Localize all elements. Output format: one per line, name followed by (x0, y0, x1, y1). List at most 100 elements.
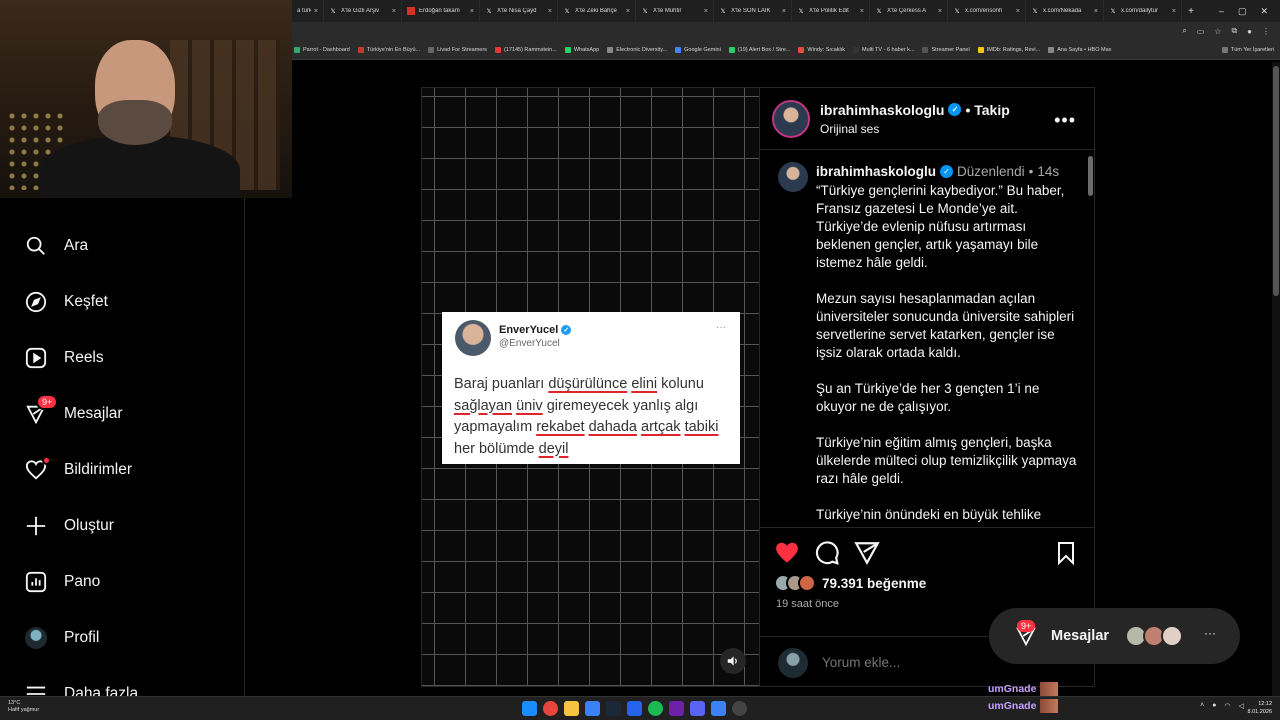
caption-avatar[interactable] (778, 162, 808, 192)
bookmark-item[interactable]: (19) Alert Box / Stre... (728, 46, 791, 53)
zoom-icon[interactable]: ⌕ (1182, 26, 1186, 36)
close-tab-icon[interactable]: × (1094, 8, 1098, 15)
wifi-icon[interactable]: ◠ (1225, 702, 1231, 710)
bookmark-item[interactable]: WhatsApp (564, 46, 599, 53)
sidebar-item-kesfet[interactable]: Keşfet (24, 288, 108, 316)
browser-tab[interactable]: Erdoğan takam × (402, 0, 480, 22)
browser-tab[interactable]: a turk × (292, 0, 324, 22)
close-window-icon[interactable]: ✕ (1260, 6, 1268, 17)
bookmark-label: Streamer Panel (931, 46, 970, 53)
steam-icon[interactable] (606, 701, 621, 716)
star-icon[interactable]: ☆ (1214, 27, 1221, 36)
like-button[interactable] (774, 540, 800, 566)
bookmark-item[interactable]: Livad For Streamers (428, 46, 487, 53)
page-scrollbar-thumb[interactable] (1273, 66, 1279, 296)
extensions-icon[interactable]: ⧉ (1231, 26, 1237, 36)
original-audio[interactable]: Orijinal ses (820, 122, 1010, 136)
bookmark-item[interactable]: Electronic Diversity... (607, 46, 667, 53)
sidebar-item-daha-fazla[interactable]: Daha fazla (24, 680, 138, 696)
browser-tab[interactable]: 𝕏 X'te Çerkess A × (870, 0, 948, 22)
browser-tab[interactable]: 𝕏 X'te Nisa Çayd × (480, 0, 558, 22)
tweet-avatar (455, 320, 491, 356)
bookmark-label: (19) Alert Box / Stre... (737, 46, 791, 53)
close-tab-icon[interactable]: × (938, 8, 942, 15)
cast-icon[interactable]: ▭ (1197, 27, 1205, 36)
browser-tab[interactable]: 𝕏 X'te SON LAİK × (714, 0, 792, 22)
start-icon[interactable] (522, 701, 537, 716)
bookmark-item[interactable]: Multi TV - 6 haber k... (853, 46, 914, 53)
share-button[interactable] (854, 540, 880, 566)
messages-pill[interactable]: 9+ Mesajlar ··· (989, 608, 1240, 664)
browser-tab[interactable]: 𝕏x.com/dailytur × (1104, 0, 1182, 22)
bookmark-item[interactable]: Parrot - Dashboard (294, 46, 350, 53)
more-options-icon[interactable]: ••• (1054, 110, 1076, 131)
browser-tab[interactable]: 𝕏 X'te Politik Edit × (792, 0, 870, 22)
browser-tab[interactable]: 𝕏x.com/Nekada × (1026, 0, 1104, 22)
post-video[interactable]: EnverYucel ✓ @EnverYucel ··· Baraj puanl… (421, 87, 760, 687)
minimize-icon[interactable]: – (1219, 6, 1224, 17)
app-icon[interactable] (585, 701, 600, 716)
follow-button[interactable]: • Takip (965, 102, 1009, 118)
sidebar-item-bildirimler[interactable]: Bildirimler (24, 456, 132, 484)
mic-icon[interactable]: ● (1212, 702, 1216, 710)
close-tab-icon[interactable]: × (392, 8, 396, 15)
obs-icon[interactable] (732, 701, 747, 716)
browser-tab[interactable]: 𝕏 X'te Zeki Bahçe × (558, 0, 636, 22)
taskbar-clock[interactable]: 12:12 8.01.2026 (1248, 700, 1272, 716)
tweet-underlined-word: elini (631, 376, 658, 392)
bookmark-item[interactable]: (17145) Rammstein... (494, 46, 557, 53)
bookmark-item[interactable]: Windy: Sıcaklık (798, 46, 845, 53)
close-tab-icon[interactable]: × (548, 8, 552, 15)
profile-icon[interactable]: ● (1247, 27, 1252, 36)
close-tab-icon[interactable]: × (782, 8, 786, 15)
sidebar-item-reels[interactable]: Reels (24, 344, 104, 372)
new-tab-button[interactable]: + (1182, 6, 1200, 17)
comment-button[interactable] (814, 540, 840, 566)
browser-menu-icon[interactable]: ⋮ (1262, 27, 1270, 36)
chrome-icon[interactable] (543, 701, 558, 716)
author-username[interactable]: ibrahimhaskologlu (820, 102, 944, 118)
close-tab-icon[interactable]: × (470, 8, 474, 15)
caption-username[interactable]: ibrahimhaskologlu (816, 164, 936, 179)
home-icon (24, 198, 48, 218)
bookmark-item[interactable]: Streamer Panel (922, 46, 970, 53)
browser-tab[interactable]: 𝕏x.com/ensonh × (948, 0, 1026, 22)
bookmark-item[interactable]: Ana Sayfa • HBO Max (1048, 46, 1111, 53)
file-explorer-icon[interactable] (564, 701, 579, 716)
volume-icon[interactable]: ◁ (1239, 702, 1244, 710)
close-tab-icon[interactable]: × (704, 8, 708, 15)
close-tab-icon[interactable]: × (860, 8, 864, 15)
weather-widget[interactable]: 13°C Hafif yağmur (8, 700, 39, 714)
browser-tab[interactable]: 𝕏 X'te Gizli Arşiv × (324, 0, 402, 22)
bookmark-item[interactable]: IMDb: Ratings, Revi... (977, 46, 1040, 53)
sidebar-item-olustur[interactable]: Oluştur (24, 512, 114, 540)
caption-scrollbar[interactable] (1088, 156, 1093, 196)
bookmark-item[interactable]: Türkiye'nin En Büyü... (357, 46, 420, 53)
mute-button[interactable] (720, 648, 746, 674)
app-icon[interactable] (711, 701, 726, 716)
likes-row[interactable]: 79.391 beğenme (774, 574, 926, 592)
all-bookmarks-button[interactable]: Tüm Yer İşaretleri (1221, 46, 1280, 53)
chevron-up-icon[interactable]: ˄ (1200, 702, 1204, 710)
bookmark-item[interactable]: Google Gemini (675, 46, 721, 53)
page-scrollbar[interactable] (1272, 62, 1280, 696)
app-icon[interactable] (669, 701, 684, 716)
save-button[interactable] (1054, 540, 1080, 566)
author-avatar[interactable] (772, 99, 810, 138)
close-tab-icon[interactable]: × (626, 8, 630, 15)
sidebar-item-ara[interactable]: Ara (24, 232, 88, 260)
bookmark-favicon-icon (428, 46, 435, 53)
discord-icon[interactable] (690, 701, 705, 716)
sidebar-item-pano[interactable]: Pano (24, 568, 100, 596)
sidebar-item-mesajlar[interactable]: 9+ Mesajlar (24, 394, 123, 428)
app-icon[interactable] (627, 701, 642, 716)
clock-time: 12:12 (1258, 701, 1272, 707)
close-tab-icon[interactable]: × (314, 8, 318, 15)
close-tab-icon[interactable]: × (1016, 8, 1020, 15)
liker-avatar (798, 574, 816, 592)
spotify-icon[interactable] (648, 701, 663, 716)
maximize-icon[interactable]: ▢ (1238, 6, 1247, 17)
close-tab-icon[interactable]: × (1172, 8, 1176, 15)
sidebar-item-profil[interactable]: Profil (24, 624, 99, 652)
browser-tab[interactable]: 𝕏 X'te Muhtir × (636, 0, 714, 22)
